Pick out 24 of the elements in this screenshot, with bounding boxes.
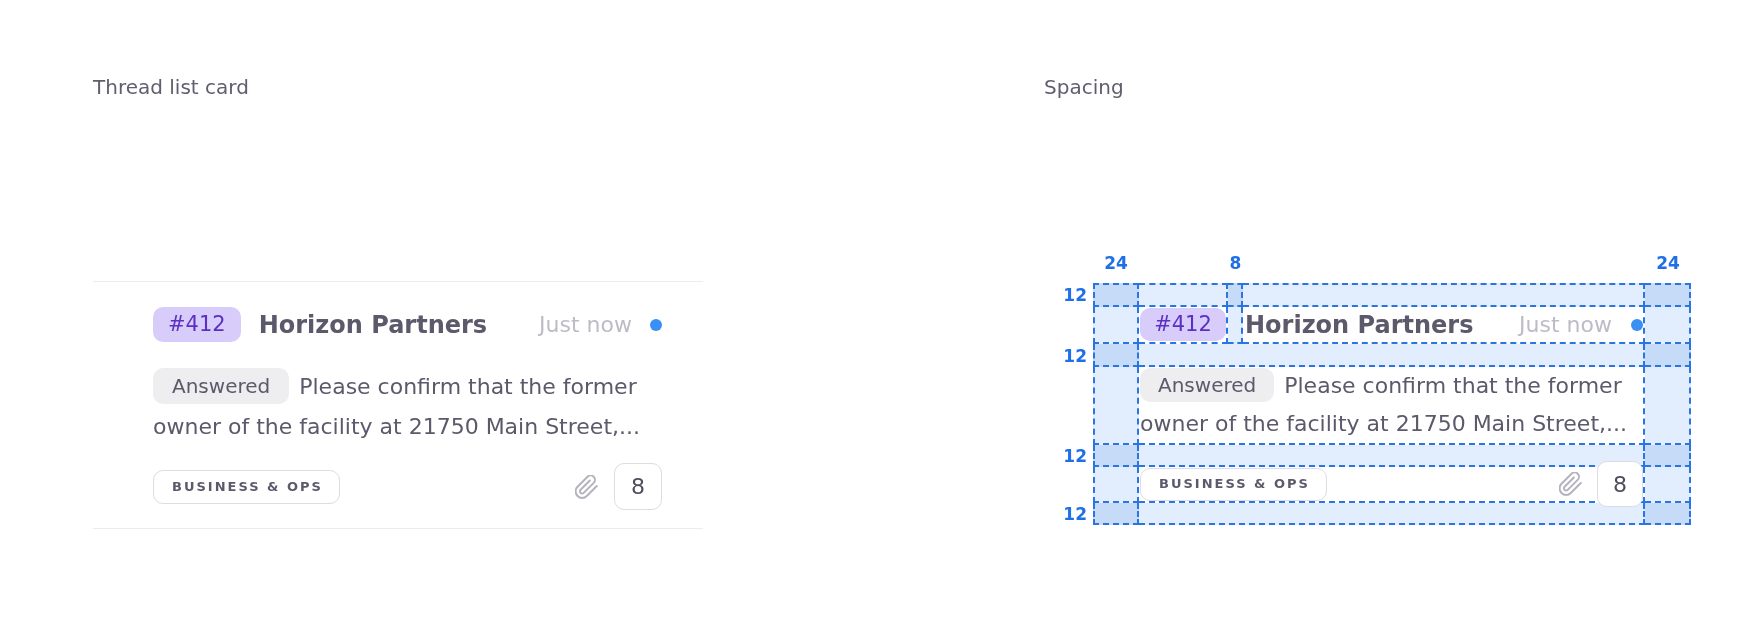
timestamp: Just now bbox=[539, 310, 632, 339]
section-title: Spacing bbox=[1044, 75, 1124, 99]
section-title: Thread list card bbox=[93, 75, 249, 99]
message-preview: Answered Please confirm that the former owner of the facility at 21750 Main Street,... bbox=[1140, 367, 1643, 443]
thread-card[interactable]: #412 Horizon Partners Just now Answered Please confirm that the former owner of the facility at 21750 Main Street,... BUSINESS & OPS 8 bbox=[93, 281, 703, 529]
spacing-label: 24 bbox=[1104, 253, 1128, 273]
spacing-label: 8 bbox=[1229, 253, 1242, 273]
category-tag: BUSINESS & OPS bbox=[153, 469, 340, 504]
contact-name: Horizon Partners bbox=[258, 309, 488, 340]
spacing-label: 12 bbox=[1063, 446, 1087, 466]
thread-number-badge: #412 bbox=[1140, 308, 1226, 341]
spacing-label: 12 bbox=[1063, 504, 1087, 524]
category-tag: BUSINESS & OPS bbox=[1140, 467, 1327, 501]
spacing-label: 12 bbox=[1063, 345, 1087, 366]
timestamp: Just now bbox=[1519, 310, 1612, 339]
message-preview: Answered Please confirm that the former owner of the facility at 21750 Main Street,... bbox=[153, 367, 662, 447]
contact-name: Horizon Partners bbox=[1245, 309, 1474, 340]
message-count-badge: 8 bbox=[614, 463, 662, 510]
thread-number-badge: #412 bbox=[153, 307, 241, 342]
spacing-label: 24 bbox=[1656, 253, 1680, 273]
message-count-badge: 8 bbox=[1597, 461, 1643, 507]
status-chip: Answered bbox=[153, 368, 290, 404]
status-chip: Answered bbox=[1140, 368, 1275, 402]
spacing-label: 12 bbox=[1063, 285, 1087, 305]
